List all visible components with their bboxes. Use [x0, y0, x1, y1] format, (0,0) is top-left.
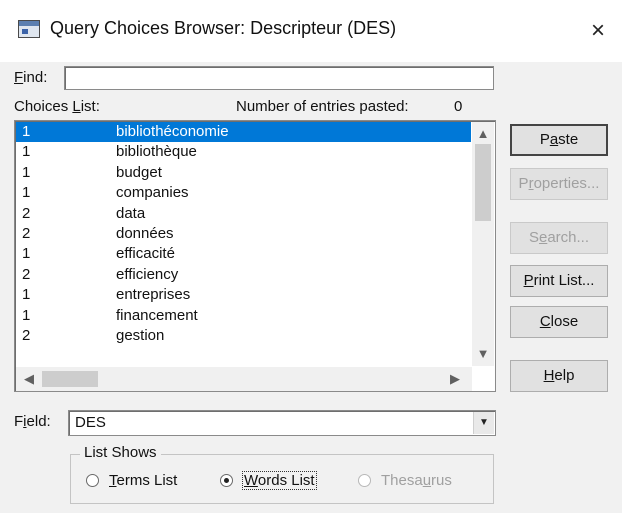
horizontal-scroll-thumb[interactable] — [42, 371, 98, 387]
print-list-button[interactable]: Print List... — [510, 265, 608, 297]
entry-term: efficacité — [116, 245, 175, 263]
dialog-body: Find: Choices List: Number of entries pa… — [0, 62, 622, 513]
list-item[interactable]: 1 financement — [16, 306, 471, 326]
entries-pasted-label: Number of entries pasted: — [236, 98, 409, 115]
entry-count: 1 — [22, 123, 31, 140]
radio-circle-icon — [358, 473, 371, 487]
field-label: Field: — [14, 413, 51, 430]
entry-count: 2 — [22, 225, 31, 242]
entry-count: 1 — [22, 306, 31, 324]
close-button[interactable]: Close — [510, 306, 608, 338]
entry-term: budget — [116, 163, 162, 181]
scroll-down-icon[interactable]: ▼ — [472, 344, 494, 364]
list-item[interactable]: 2 efficiency — [16, 265, 471, 285]
list-item[interactable]: 1 companies — [16, 183, 471, 203]
entry-term: entreprises — [116, 286, 191, 304]
choices-listbox[interactable]: 1 bibliothéconomie 1 bibliothèque 1 budget 1 co… — [14, 120, 496, 392]
list-item[interactable]: 2 données — [16, 224, 471, 244]
radio-circle-icon — [86, 473, 99, 487]
title-bar: Query Choices Browser: Descripteur (DES)… — [0, 0, 622, 62]
list-item[interactable]: 1 bibliothéconomie — [16, 122, 471, 142]
vertical-scrollbar[interactable]: ▲ ▼ — [472, 122, 494, 366]
scroll-right-icon[interactable]: ▶ — [444, 369, 466, 389]
field-select-value: DES — [75, 414, 106, 431]
entry-term: bibliothèque — [116, 143, 197, 161]
entry-term: efficiency — [116, 265, 179, 283]
entry-term: companies — [116, 184, 189, 202]
list-item[interactable]: 2 gestion — [16, 326, 471, 346]
radio-selected-icon — [220, 473, 233, 487]
window-title: Query Choices Browser: Descripteur (DES) — [50, 18, 397, 38]
vertical-scroll-thumb[interactable] — [475, 144, 491, 221]
entry-count: 2 — [22, 204, 31, 222]
field-select[interactable]: DES ▼ — [68, 410, 496, 436]
list-item[interactable]: 1 entreprises — [16, 285, 471, 305]
properties-button[interactable]: Properties... — [510, 168, 608, 200]
entry-count: 1 — [22, 163, 31, 181]
scroll-left-icon[interactable]: ◀ — [18, 369, 40, 389]
paste-button[interactable]: Paste — [510, 124, 608, 156]
entry-count: 1 — [22, 286, 31, 304]
close-icon[interactable]: × — [581, 14, 615, 48]
entry-term: financement — [116, 306, 198, 324]
entry-term: data — [116, 204, 146, 222]
help-button[interactable]: Help — [510, 360, 608, 392]
search-button[interactable]: Search... — [510, 222, 608, 254]
app-icon — [18, 20, 40, 38]
list-item[interactable]: 2 data — [16, 204, 471, 224]
radio-words-list-label: Words List — [242, 471, 317, 490]
entry-count: 2 — [22, 265, 31, 283]
entries-pasted-count: 0 — [454, 98, 463, 115]
entry-term: bibliothéconomie — [116, 123, 229, 140]
find-label: Find: — [14, 69, 48, 86]
radio-words-list[interactable]: Words List — [220, 471, 317, 494]
entry-count: 1 — [22, 143, 31, 161]
list-shows-title: List Shows — [80, 444, 161, 461]
entry-count: 1 — [22, 184, 31, 202]
entry-count: 1 — [22, 245, 31, 263]
entry-term: gestion — [116, 327, 165, 344]
radio-terms-list[interactable]: Terms List — [86, 472, 177, 494]
find-input[interactable] — [64, 66, 494, 90]
list-item[interactable]: 1 efficacité — [16, 244, 471, 264]
entry-count: 2 — [22, 327, 31, 344]
horizontal-scrollbar[interactable]: ◀ ▶ — [16, 367, 472, 391]
dropdown-arrow-icon[interactable]: ▼ — [473, 412, 494, 434]
list-item[interactable]: 1 budget — [16, 163, 471, 183]
entry-term: données — [116, 225, 174, 242]
radio-terms-list-label: Terms List — [109, 472, 178, 489]
radio-thesaurus-label: Thesaurus — [381, 472, 452, 489]
choices-list-label: Choices List: — [14, 98, 100, 115]
radio-thesaurus[interactable]: Thesaurus — [358, 472, 452, 494]
scroll-up-icon[interactable]: ▲ — [472, 124, 494, 144]
list-item[interactable]: 1 bibliothèque — [16, 142, 471, 162]
